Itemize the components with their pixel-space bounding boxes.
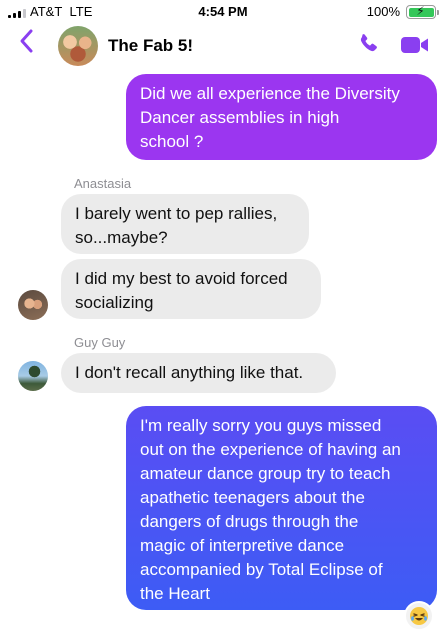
message-line: Dancer assemblies in high — [140, 108, 340, 127]
messenger-chat-screen: AT&T LTE 4:54 PM 100% ⚡ The Fab 5! Did w… — [0, 0, 446, 640]
sender-name: Anastasia — [74, 176, 132, 191]
battery-icon: ⚡ — [406, 4, 439, 19]
message-line: I'm really sorry you guys missed — [140, 416, 382, 435]
conversation-header: The Fab 5! — [0, 24, 446, 68]
incoming-message[interactable]: I did my best to avoid forced socializin… — [61, 259, 321, 319]
message-line: dangers of drugs through the — [140, 512, 359, 531]
message-line: I barely went to pep rallies, — [75, 204, 278, 223]
message-line: Did we all experience the Diversity — [140, 84, 400, 103]
charging-bolt-icon: ⚡ — [416, 4, 425, 18]
message-line: school ? — [140, 132, 204, 151]
sender-avatar[interactable] — [18, 290, 48, 320]
message-line: apathetic teenagers about the — [140, 488, 365, 507]
message-line: magic of interpretive dance — [140, 536, 345, 555]
laughing-tears-emoji-icon — [410, 607, 428, 625]
message-line: amateur dance group try to teach — [140, 464, 391, 483]
message-line: I did my best to avoid forced — [75, 269, 288, 288]
group-avatar[interactable] — [58, 26, 98, 66]
outgoing-message[interactable]: Did we all experience the Diversity Danc… — [126, 74, 437, 160]
message-reaction[interactable] — [404, 601, 434, 631]
sender-name: Guy Guy — [74, 335, 126, 350]
incoming-message[interactable]: I don't recall anything like that. — [61, 353, 336, 393]
message-line: out on the experience of having an — [140, 440, 401, 459]
phone-icon — [360, 34, 377, 52]
chevron-left-icon — [20, 29, 33, 53]
video-camera-icon — [401, 37, 428, 53]
sender-avatar[interactable] — [18, 361, 48, 391]
message-line: socializing — [75, 293, 154, 312]
video-call-button[interactable] — [400, 34, 430, 56]
message-line: accompanied by Total Eclipse of — [140, 560, 383, 579]
incoming-message[interactable]: I barely went to pep rallies, so...maybe… — [61, 194, 309, 254]
back-button[interactable] — [18, 28, 34, 54]
outgoing-message[interactable]: I'm really sorry you guys missed out on … — [126, 406, 437, 610]
message-line: I don't recall anything like that. — [75, 363, 304, 382]
call-button[interactable] — [356, 32, 380, 56]
conversation-title[interactable]: The Fab 5! — [108, 36, 193, 56]
message-line: the Heart — [140, 584, 210, 603]
status-bar: AT&T LTE 4:54 PM 100% ⚡ — [0, 0, 446, 24]
battery-percent: 100% — [366, 4, 400, 19]
message-line: so...maybe? — [75, 228, 168, 247]
